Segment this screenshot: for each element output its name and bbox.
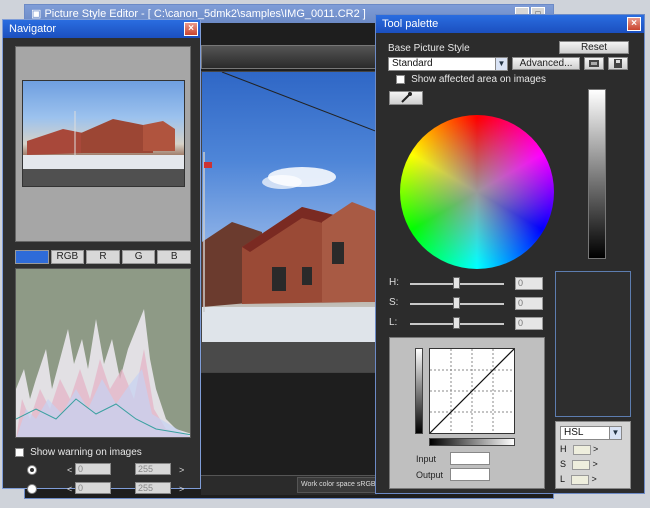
hsl-l-label: L (560, 474, 566, 484)
eyedropper-glyph (401, 92, 412, 103)
input-field[interactable] (450, 452, 490, 465)
save-glyph (614, 59, 622, 68)
row2-lt: < (67, 484, 73, 494)
color-preview-panel (555, 271, 631, 417)
thumbnail-photo (23, 111, 184, 186)
output-label: Output (416, 470, 444, 480)
show-affected-label: Show affected area on images (411, 74, 546, 85)
reset-button[interactable]: Reset (559, 41, 629, 54)
slider-s-knob[interactable] (453, 297, 460, 309)
hsl-h-field[interactable] (572, 444, 591, 455)
advanced-button[interactable]: Advanced... (512, 57, 580, 70)
work-color-space-value: sRGB (356, 481, 376, 488)
hsl-row-s: S > (560, 459, 598, 470)
hsl-l-arrow[interactable]: > (592, 474, 597, 484)
show-warning-checkbox[interactable] (15, 447, 24, 457)
tab-luminance[interactable] (15, 250, 49, 264)
slider-l-knob[interactable] (453, 317, 460, 329)
show-affected-checkbox[interactable] (396, 74, 405, 84)
slider-h-label: H: (389, 277, 399, 288)
work-color-space: Work color space sRGB (297, 477, 377, 493)
hsl-panel: HSL ▼ H > S > L > (555, 421, 631, 489)
slider-s-label: S: (389, 297, 399, 308)
tab-r[interactable]: R (86, 250, 120, 264)
base-style-value: Standard (392, 58, 433, 69)
tab-g[interactable]: G (121, 250, 156, 264)
tab-rgb[interactable]: RGB (50, 250, 85, 264)
curve-output-gradient (415, 348, 423, 434)
slider-l-label: L: (389, 317, 398, 328)
close-icon[interactable]: × (184, 22, 198, 36)
navigator-window: Navigator × RGB R G B Show warning on im… (2, 19, 201, 494)
navigator-thumbnail[interactable] (22, 80, 185, 187)
tab-b[interactable]: B (157, 250, 191, 264)
base-style-select[interactable]: Standard ▼ (388, 57, 508, 71)
hsl-h-arrow[interactable]: > (593, 444, 598, 454)
house-photo (202, 72, 376, 372)
hsl-row-l: L > (560, 474, 597, 485)
color-mode-select[interactable]: HSL ▼ (560, 426, 622, 440)
hsl-row-h: H > (560, 444, 598, 455)
main-image-view[interactable] (201, 71, 377, 373)
eyedropper-icon[interactable] (389, 91, 423, 105)
slider-s-value[interactable]: 0 (515, 297, 543, 310)
row1-high-field[interactable]: 255 (135, 463, 171, 475)
tool-palette-titlebar[interactable]: Tool palette (376, 15, 644, 33)
slider-h[interactable] (410, 277, 504, 289)
slider-l[interactable] (410, 317, 504, 329)
show-warning-label: Show warning on images (30, 447, 142, 458)
tone-curve-svg (429, 348, 515, 434)
row2-high-field[interactable]: 255 (135, 482, 171, 494)
curve-input-gradient (429, 438, 515, 446)
dropdown-arrow-icon: ▼ (495, 58, 507, 70)
warning-radio-2[interactable] (27, 484, 37, 494)
open-file-icon[interactable] (584, 57, 604, 70)
slider-s[interactable] (410, 297, 504, 309)
tone-curve-graph[interactable] (429, 348, 515, 434)
histogram (15, 268, 191, 438)
open-file-glyph (589, 60, 599, 67)
tool-palette-window: Tool palette × Base Picture Style Reset … (375, 14, 645, 494)
image-toolbar-strip (201, 45, 377, 69)
color-mode-value: HSL (564, 427, 584, 438)
work-color-space-label: Work color space (301, 481, 355, 488)
tool-palette-title: Tool palette (382, 18, 439, 30)
tone-curve-panel: Input Output (389, 337, 545, 489)
save-icon[interactable] (608, 57, 628, 70)
luminance-bar[interactable] (588, 89, 606, 259)
show-affected-row: Show affected area on images (396, 73, 546, 85)
navigator-thumbnail-frame (15, 46, 191, 242)
warning-radio-1[interactable] (27, 465, 37, 475)
slider-h-knob[interactable] (453, 277, 460, 289)
navigator-titlebar[interactable]: Navigator (3, 20, 200, 38)
input-label: Input (416, 454, 437, 464)
slider-h-value[interactable]: 0 (515, 277, 543, 290)
row1-lt: < (67, 465, 73, 475)
hsl-l-field[interactable] (571, 474, 590, 485)
row2-gt: > (179, 484, 185, 494)
histogram-channel-tabs: RGB R G B (15, 250, 191, 264)
hsl-s-arrow[interactable]: > (593, 459, 598, 469)
navigator-title: Navigator (9, 23, 57, 35)
hsl-s-label: S (560, 459, 567, 469)
base-picture-style-label: Base Picture Style (388, 43, 470, 54)
row1-gt: > (179, 465, 185, 475)
dropdown-arrow-icon: ▼ (609, 427, 621, 439)
show-warning-row: Show warning on images (15, 446, 191, 458)
row1-low-field[interactable]: 0 (75, 463, 111, 475)
output-field[interactable] (450, 468, 490, 481)
color-wheel[interactable] (400, 115, 554, 269)
histogram-graph (16, 309, 190, 437)
hsl-h-label: H (560, 444, 567, 454)
hsl-s-field[interactable] (572, 459, 591, 470)
row2-low-field[interactable]: 0 (75, 482, 111, 494)
close-icon[interactable]: × (627, 17, 641, 31)
slider-l-value[interactable]: 0 (515, 317, 543, 330)
